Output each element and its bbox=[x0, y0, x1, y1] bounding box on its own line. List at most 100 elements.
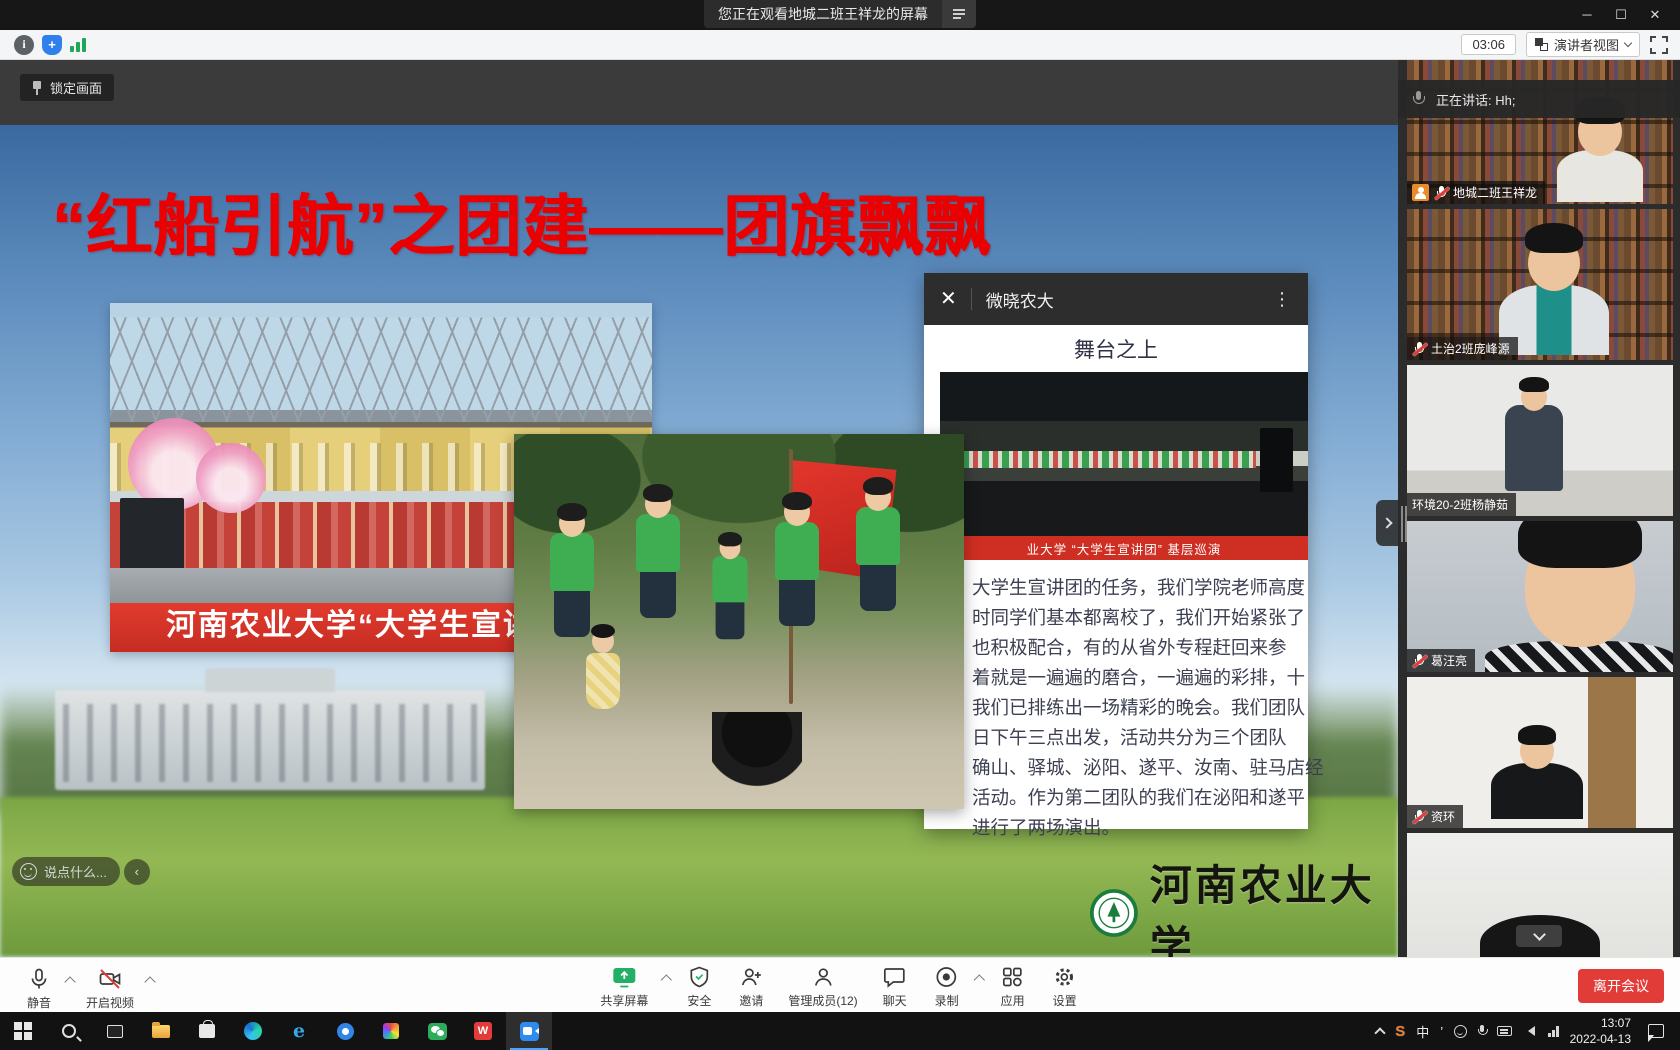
chat-icon bbox=[883, 965, 907, 989]
ime-indicator[interactable]: 中 bbox=[1416, 1022, 1429, 1041]
file-explorer-button[interactable] bbox=[138, 1012, 184, 1050]
gear-icon bbox=[1053, 965, 1077, 989]
info-icon[interactable]: i bbox=[14, 35, 34, 55]
taskbar-clock[interactable]: 13:07 2022-04-13 bbox=[1570, 1015, 1631, 1047]
close-button[interactable]: ✕ bbox=[1638, 0, 1672, 30]
university-name: 河南农业大学 bbox=[1150, 852, 1398, 957]
record-options-chevron[interactable] bbox=[974, 974, 985, 985]
window-controls: ─ ☐ ✕ bbox=[1570, 0, 1672, 30]
start-video-button[interactable]: 开启视频 bbox=[78, 960, 142, 1011]
folder-icon bbox=[152, 1025, 170, 1038]
invite-icon bbox=[739, 965, 763, 989]
volunteer-figure bbox=[636, 490, 680, 618]
settings-button[interactable]: 设置 bbox=[1042, 958, 1088, 1009]
comment-input[interactable]: 说点什么... bbox=[12, 857, 120, 886]
tool-label: 管理成员(12) bbox=[788, 992, 857, 1009]
ime-punctuation-icon[interactable]: ’ bbox=[1440, 1024, 1443, 1039]
security-button[interactable]: 安全 bbox=[676, 958, 722, 1009]
mic-muted-icon bbox=[1412, 341, 1426, 357]
participant-name-tag: 地城二班王祥龙 bbox=[1407, 181, 1545, 204]
participant-video[interactable]: 环境20-2班杨静茹 bbox=[1407, 365, 1673, 516]
participant-face bbox=[1491, 733, 1583, 819]
participant-name-tag: 环境20-2班杨静茹 bbox=[1407, 493, 1516, 516]
voice-input-icon[interactable] bbox=[1478, 1025, 1486, 1037]
campus-building-photo bbox=[55, 690, 485, 790]
article-header: ✕ 微晓农大 ⋮ bbox=[924, 273, 1308, 325]
performers-row bbox=[962, 451, 1256, 468]
wechat-article-panel: ✕ 微晓农大 ⋮ 舞台之上 业大学 “大学生宣讲团” 基层巡演 大学生宣讲团的任… bbox=[924, 273, 1308, 829]
viewing-banner[interactable]: 您正在观看地城二班王祥龙的屏幕 bbox=[704, 0, 976, 28]
minimize-button[interactable]: ─ bbox=[1570, 0, 1604, 30]
chat-button[interactable]: 聊天 bbox=[872, 958, 918, 1009]
share-options-chevron[interactable] bbox=[661, 974, 672, 985]
mic-icon bbox=[1412, 91, 1424, 108]
participant-video[interactable]: 葛汪亮 bbox=[1407, 521, 1673, 672]
sogou-input-icon[interactable]: S bbox=[1395, 1023, 1405, 1040]
participant-face bbox=[1485, 529, 1673, 672]
wps-button[interactable]: W bbox=[460, 1012, 506, 1050]
view-mode-button[interactable]: 演讲者视图 bbox=[1526, 32, 1640, 57]
emoji-icon[interactable] bbox=[20, 863, 37, 880]
keyboard-icon[interactable] bbox=[1497, 1026, 1512, 1036]
roof-truss bbox=[110, 303, 652, 422]
browser-button[interactable] bbox=[322, 1012, 368, 1050]
store-button[interactable] bbox=[184, 1012, 230, 1050]
shield-icon[interactable]: + bbox=[42, 35, 62, 55]
more-options-icon[interactable]: ⋮ bbox=[1273, 289, 1292, 310]
apps-button[interactable]: 应用 bbox=[990, 958, 1036, 1009]
sidebar-resize-grip[interactable] bbox=[1401, 506, 1407, 542]
record-button[interactable]: 录制 bbox=[924, 958, 970, 1009]
collapse-comment-button[interactable]: ‹ bbox=[124, 859, 150, 885]
hidden-icons-chevron[interactable] bbox=[1375, 1027, 1386, 1038]
article-line: 也积极配合，有的从省外专程赶回来参 bbox=[972, 634, 1302, 664]
university-logo-icon bbox=[1090, 887, 1138, 939]
edge-button[interactable] bbox=[230, 1012, 276, 1050]
wechat-button[interactable] bbox=[414, 1012, 460, 1050]
manage-members-button[interactable]: 管理成员(12) bbox=[780, 958, 865, 1009]
participant-face bbox=[1505, 383, 1563, 491]
notification-icon[interactable] bbox=[1648, 1024, 1664, 1038]
lock-view-button[interactable]: 锁定画面 bbox=[20, 74, 114, 101]
maximize-button[interactable]: ☐ bbox=[1604, 0, 1638, 30]
start-button[interactable] bbox=[0, 1012, 46, 1050]
tool-label: 静音 bbox=[27, 994, 51, 1011]
leave-meeting-button[interactable]: 离开会议 bbox=[1578, 969, 1664, 1003]
invite-button[interactable]: 邀请 bbox=[728, 958, 774, 1009]
signal-icon[interactable] bbox=[70, 37, 86, 52]
search-button[interactable] bbox=[46, 1012, 92, 1050]
sharing-icon bbox=[1412, 184, 1429, 201]
mute-button[interactable]: 静音 bbox=[16, 960, 62, 1011]
mute-options-chevron[interactable] bbox=[64, 976, 75, 987]
meeting-app-button[interactable] bbox=[506, 1012, 552, 1050]
viewing-banner-text: 您正在观看地城二班王祥龙的屏幕 bbox=[704, 0, 942, 28]
participant-face bbox=[1557, 108, 1643, 202]
wps-icon: W bbox=[474, 1022, 492, 1040]
video-options-chevron[interactable] bbox=[144, 976, 155, 987]
close-icon[interactable]: ✕ bbox=[940, 289, 957, 309]
article-line: 时同学们基本都离校了，我们开始紧张了 bbox=[972, 604, 1302, 634]
members-icon bbox=[811, 965, 835, 989]
share-screen-icon bbox=[611, 965, 637, 989]
share-screen-button[interactable]: 共享屏幕 bbox=[592, 958, 656, 1009]
emoji-tray-icon[interactable] bbox=[1454, 1025, 1467, 1038]
task-view-button[interactable] bbox=[92, 1012, 138, 1050]
tool-label: 设置 bbox=[1053, 992, 1077, 1009]
participant-video[interactable]: 资环 bbox=[1407, 677, 1673, 828]
speaker-icon[interactable] bbox=[1523, 1026, 1535, 1036]
participant-name-tag: 土治2班庞峰源 bbox=[1407, 337, 1518, 360]
lock-view-label: 锁定画面 bbox=[50, 78, 102, 97]
network-icon[interactable] bbox=[1548, 1026, 1559, 1037]
participant-video[interactable]: 土治2班庞峰源 bbox=[1407, 209, 1673, 360]
more-participants-button[interactable] bbox=[1516, 925, 1562, 947]
volunteers-photo bbox=[514, 434, 964, 809]
camera-off-icon bbox=[98, 967, 122, 991]
grid-view-icon bbox=[1535, 38, 1548, 51]
fullscreen-icon[interactable] bbox=[1650, 36, 1668, 54]
stage-speaker bbox=[120, 498, 184, 575]
meeting-window: 您正在观看地城二班王祥龙的屏幕 ─ ☐ ✕ i + 03:06 演讲者视图 bbox=[0, 0, 1680, 1050]
sidebar-collapse-button[interactable] bbox=[1376, 500, 1400, 546]
meeting-topbar: i + 03:06 演讲者视图 bbox=[0, 30, 1680, 60]
ie-button[interactable]: e bbox=[276, 1012, 322, 1050]
banner-menu-icon[interactable] bbox=[942, 0, 976, 28]
photos-button[interactable] bbox=[368, 1012, 414, 1050]
